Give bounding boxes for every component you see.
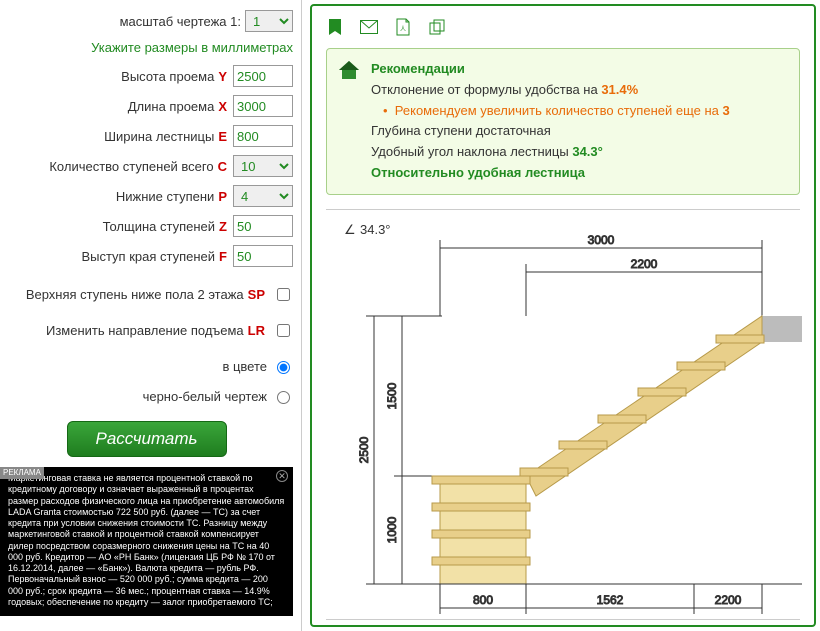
field-letter-0: Y — [218, 69, 227, 84]
check1-label: Верхняя ступень ниже пола 2 этажа — [26, 287, 244, 302]
field-label-1: Длина проема — [128, 99, 215, 114]
field-letter-4: P — [218, 189, 227, 204]
ad-tag: РЕКЛАМА — [0, 467, 44, 479]
field-letter-2: E — [218, 129, 227, 144]
reco-line1: Отклонение от формулы удобства на 31.4% — [371, 80, 787, 101]
reco-line2: • Рекомендуем увеличить количество ступе… — [371, 101, 787, 122]
reco-line3: Глубина ступени достаточная — [371, 121, 787, 142]
reco-line5: Относительно удобная лестница — [371, 163, 787, 184]
units-note: Укажите размеры в миллиметрах — [0, 40, 293, 55]
field-letter-3: C — [218, 159, 227, 174]
svg-text:34.3°: 34.3° — [360, 222, 391, 237]
svg-text:1562: 1562 — [597, 593, 624, 607]
svg-text:1000: 1000 — [385, 516, 399, 543]
field-select-3[interactable]: 10 — [233, 155, 293, 177]
scale-select[interactable]: 1 — [245, 10, 293, 32]
svg-text:1500: 1500 — [385, 382, 399, 409]
radio1-label: в цвете — [222, 359, 267, 374]
check2[interactable] — [277, 324, 290, 337]
radio-bw[interactable] — [277, 391, 290, 404]
field-select-4[interactable]: 4 — [233, 185, 293, 207]
reco-line4: Удобный угол наклона лестницы 34.3° — [371, 142, 787, 163]
copy-icon[interactable] — [428, 18, 446, 36]
field-input-5[interactable] — [233, 215, 293, 237]
field-label-0: Высота проема — [121, 69, 214, 84]
recommendations-box: Рекомендации Отклонение от формулы удобс… — [326, 48, 800, 195]
calculate-button[interactable]: Рассчитать — [67, 421, 227, 457]
field-label-2: Ширина лестницы — [104, 129, 214, 144]
svg-text:2200: 2200 — [631, 257, 658, 271]
scale-label: масштаб чертежа 1: — [120, 14, 241, 29]
drawing-area: ∠ 34.3° 3000 2200 2500 — [326, 209, 800, 620]
reco-title: Рекомендации — [371, 59, 787, 80]
field-input-1[interactable] — [233, 95, 293, 117]
pdf-icon[interactable]: 人 — [394, 18, 412, 36]
field-label-3: Количество ступеней всего — [49, 159, 213, 174]
field-input-6[interactable] — [233, 245, 293, 267]
field-label-6: Выступ края ступеней — [81, 249, 215, 264]
field-label-5: Толщина ступеней — [103, 219, 215, 234]
field-input-2[interactable] — [233, 125, 293, 147]
field-label-4: Нижние ступени — [116, 189, 214, 204]
svg-text:2500: 2500 — [357, 436, 371, 463]
check1[interactable] — [277, 288, 290, 301]
field-input-0[interactable] — [233, 65, 293, 87]
radio2-label: черно-белый чертеж — [143, 389, 267, 404]
svg-text:2200: 2200 — [715, 593, 742, 607]
house-icon — [337, 59, 361, 88]
ad-text: Маркетинговая ставка не является процент… — [8, 473, 284, 607]
radio-color[interactable] — [277, 361, 290, 374]
mail-icon[interactable] — [360, 18, 378, 36]
svg-text:3000: 3000 — [588, 233, 615, 247]
field-letter-1: X — [218, 99, 227, 114]
svg-text:∠: ∠ — [344, 222, 356, 237]
svg-text:800: 800 — [473, 593, 493, 607]
ad-close-icon[interactable]: ✕ — [276, 470, 288, 482]
bookmark-icon[interactable] — [326, 18, 344, 36]
check1-letter: SP — [248, 287, 265, 302]
svg-text:人: 人 — [400, 26, 406, 33]
field-letter-5: Z — [219, 219, 227, 234]
ad-block: РЕКЛАМА ✕ Маркетинговая ставка не являет… — [0, 467, 293, 616]
check2-letter: LR — [248, 323, 265, 338]
field-letter-6: F — [219, 249, 227, 264]
check2-label: Изменить направление подъема — [46, 323, 244, 338]
